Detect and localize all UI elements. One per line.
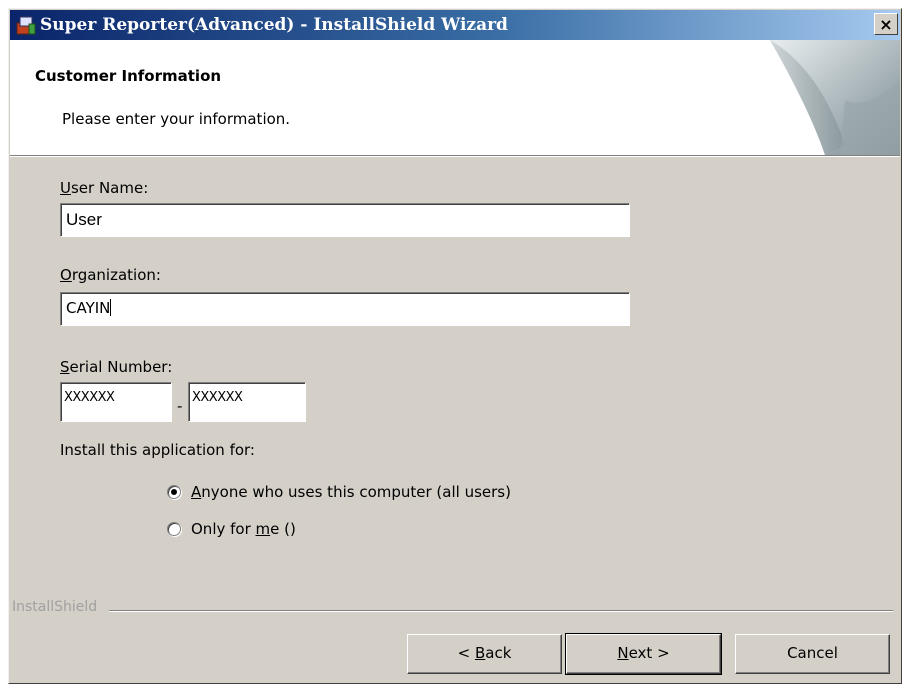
cancel-button[interactable]: Cancel <box>735 634 890 674</box>
footer-divider <box>109 610 893 612</box>
back-button[interactable]: < Back <box>407 634 562 674</box>
install-for-label: Install this application for: <box>60 441 255 459</box>
organization-field[interactable]: CAYIN <box>60 292 630 326</box>
organization-label: Organization: <box>60 266 161 284</box>
header-divider <box>10 156 900 157</box>
radio-all-users[interactable]: Anyone who uses this computer (all users… <box>167 483 511 501</box>
user-name-field[interactable]: User <box>60 203 630 237</box>
installer-app-icon <box>16 16 36 35</box>
serial-number-label: Serial Number: <box>60 358 173 376</box>
serial-part1-field[interactable]: XXXXXX <box>60 382 172 422</box>
radio-all-users-label: Anyone who uses this computer (all users… <box>191 483 511 501</box>
window-title: Super Reporter(Advanced) - InstallShield… <box>40 15 508 35</box>
header-panel: Customer Information Please enter your i… <box>10 40 900 156</box>
user-name-label: User Name: <box>60 179 149 197</box>
close-button[interactable]: × <box>874 13 898 35</box>
close-icon: × <box>879 15 893 34</box>
next-button[interactable]: Next > <box>565 633 722 675</box>
serial-separator: - <box>177 397 183 415</box>
radio-button-checked[interactable] <box>167 485 181 499</box>
radio-only-me-label: Only for me () <box>191 520 296 538</box>
title-bar[interactable]: Super Reporter(Advanced) - InstallShield… <box>10 10 900 40</box>
page-title: Customer Information <box>35 67 222 85</box>
radio-button-unchecked[interactable] <box>167 522 181 536</box>
serial-part2-field[interactable]: XXXXXX <box>188 382 306 422</box>
page-curl-art <box>770 40 900 155</box>
radio-only-me[interactable]: Only for me () <box>167 520 296 538</box>
text-caret <box>110 299 112 316</box>
installshield-dialog: Super Reporter(Advanced) - InstallShield… <box>8 8 902 684</box>
page-subtitle: Please enter your information. <box>62 110 291 128</box>
installshield-brand: InstallShield <box>12 599 98 615</box>
